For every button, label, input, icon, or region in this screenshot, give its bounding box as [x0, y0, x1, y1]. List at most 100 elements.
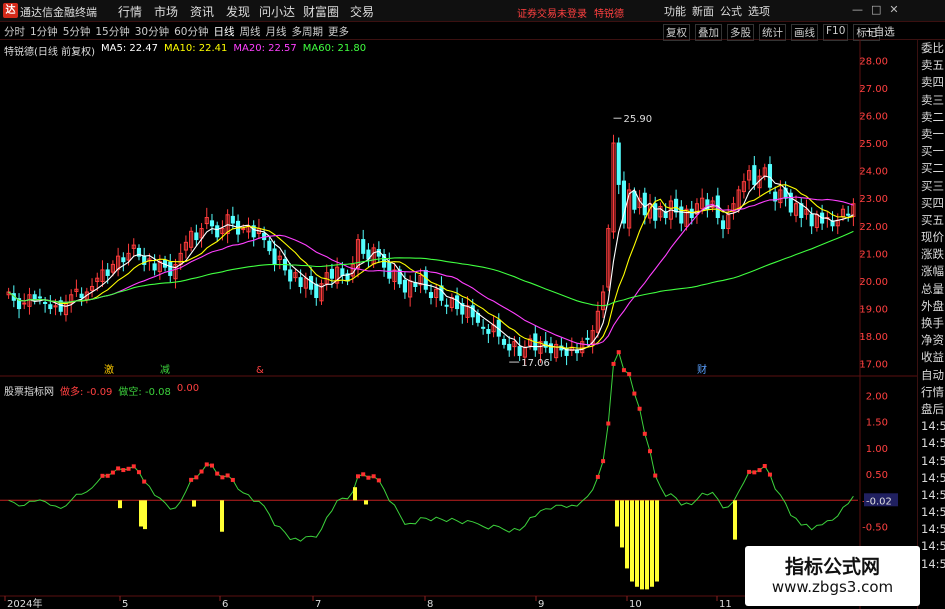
side-panel-item[interactable]: 涨幅 — [918, 263, 945, 280]
candle-body — [517, 346, 522, 356]
side-panel-item[interactable]: 总量 — [918, 281, 945, 298]
period-tab[interactable]: 15分钟 — [95, 24, 129, 39]
menu-item-function[interactable]: 功能 — [664, 3, 686, 19]
close-icon[interactable]: ✕ — [889, 3, 898, 16]
side-panel-item[interactable]: 行情 — [918, 384, 945, 401]
side-panel-item[interactable]: 14:50 — [918, 470, 945, 487]
menu-item[interactable]: 资讯 — [184, 3, 220, 20]
menu-item-formula[interactable]: 公式 — [720, 3, 742, 19]
add-watchlist-button[interactable]: +自选 — [865, 24, 895, 39]
oscillator-dot — [752, 470, 757, 475]
side-panel-item[interactable]: 现价 — [918, 229, 945, 246]
candle-body — [43, 301, 48, 304]
oscillator-dot — [204, 462, 209, 467]
oscillator-dot — [121, 468, 126, 473]
menu-item[interactable]: 交易 — [344, 3, 380, 20]
menu-item[interactable]: 问小达 — [256, 3, 298, 20]
chart-tool-button[interactable]: 画线 — [791, 24, 818, 41]
side-panel-item[interactable]: 卖四 — [918, 74, 945, 91]
period-tab[interactable]: 60分钟 — [174, 24, 208, 39]
side-panel-item[interactable]: 净资 — [918, 332, 945, 349]
oscillator-dot — [220, 475, 225, 480]
side-panel-item[interactable]: 14:50 — [918, 538, 945, 555]
oscillator-dot — [105, 473, 110, 478]
side-panel-item[interactable]: 卖一 — [918, 126, 945, 143]
signal-bar — [118, 500, 122, 509]
candle-body — [444, 304, 449, 307]
side-panel-item[interactable]: 换手 — [918, 315, 945, 332]
price-tick-label: 26.00 — [859, 111, 888, 122]
menu-item[interactable]: 行情 — [112, 3, 148, 20]
side-panel-item[interactable]: 14:50 — [918, 521, 945, 538]
chart-tool-button[interactable]: 复权 — [663, 24, 690, 41]
price-tick-label: 27.00 — [859, 84, 888, 95]
period-tab[interactable]: 周线 — [240, 24, 261, 39]
kline-chart[interactable]: 28.00 27.00 26.00 25.00 24.00 23.00 22.00 21.00… — [0, 40, 917, 609]
period-tab[interactable]: 分时 — [4, 24, 25, 39]
side-panel-item[interactable]: 委比 — [918, 40, 945, 57]
side-panel-item[interactable]: 14:50 — [918, 556, 945, 573]
side-panel-item[interactable]: 14:50 — [918, 453, 945, 470]
signal-bar — [640, 500, 644, 590]
side-panel-item[interactable]: 盘后 — [918, 401, 945, 418]
period-tab[interactable]: 更多 — [328, 24, 349, 39]
signal-bar — [353, 487, 357, 501]
minimize-icon[interactable]: — — [852, 3, 863, 16]
candle-body — [267, 240, 272, 252]
maximize-icon[interactable]: □ — [871, 3, 881, 16]
signal-bar — [625, 500, 629, 569]
side-panel-item[interactable]: 14:50 — [918, 418, 945, 435]
chart-tool-button[interactable]: 统计 — [759, 24, 786, 41]
oscillator-dot — [653, 473, 658, 478]
period-tab[interactable]: 30分钟 — [135, 24, 169, 39]
price-tick-label: 21.00 — [859, 249, 888, 260]
chart-tool-button[interactable]: F10 — [823, 24, 849, 41]
side-panel-item[interactable]: 买一 — [918, 143, 945, 160]
app-title: 通达信金融终端 — [20, 6, 97, 19]
oscillator-dot — [747, 469, 752, 474]
date-tick-label: 7 — [315, 599, 321, 609]
site-watermark: 指标公式网 www.zbgs3.com — [745, 546, 920, 606]
menu-item[interactable]: 财富圈 — [298, 3, 344, 20]
candle-body — [507, 343, 512, 351]
chart-tool-button[interactable]: 多股 — [727, 24, 754, 41]
period-tab[interactable]: 多周期 — [292, 24, 324, 39]
side-panel-item[interactable]: 卖三 — [918, 92, 945, 109]
oscillator-dot — [142, 479, 147, 484]
candle-body — [48, 304, 53, 310]
right-menu: 功能 新面 公式 选项 — [664, 3, 770, 19]
side-panel-item[interactable]: 自动 — [918, 367, 945, 384]
side-panel-item[interactable]: 收益 — [918, 349, 945, 366]
side-panel-item[interactable]: 卖二 — [918, 109, 945, 126]
price-tick-label: 22.00 — [859, 222, 888, 233]
menu-item[interactable]: 市场 — [148, 3, 184, 20]
side-panel-item[interactable]: 买三 — [918, 178, 945, 195]
side-panel-item[interactable]: 外盘 — [918, 298, 945, 315]
side-panel-item[interactable]: 买五 — [918, 212, 945, 229]
date-tick-label: 8 — [427, 599, 433, 609]
side-panel-item[interactable]: 14:50 — [918, 435, 945, 452]
side-panel-item[interactable]: 14:50 — [918, 504, 945, 521]
side-panel-item[interactable]: 涨跌 — [918, 246, 945, 263]
price-tick-label: 23.00 — [859, 194, 888, 205]
oscillator-dot — [116, 466, 121, 471]
period-tab[interactable]: 5分钟 — [63, 24, 91, 39]
side-panel-item[interactable]: 卖五 — [918, 57, 945, 74]
price-tick-label: 24.00 — [859, 167, 888, 178]
side-panel-item[interactable]: 买四 — [918, 195, 945, 212]
chart-tool-button[interactable]: 叠加 — [695, 24, 722, 41]
signal-bar — [635, 500, 639, 587]
side-panel-item[interactable]: 买二 — [918, 160, 945, 177]
period-tab[interactable]: 月线 — [266, 24, 287, 39]
menu-item[interactable]: 发现 — [220, 3, 256, 20]
menu-item-new-page[interactable]: 新面 — [692, 3, 714, 19]
candle-body — [22, 302, 27, 305]
period-tab[interactable]: 1分钟 — [30, 24, 58, 39]
signal-bar — [630, 500, 634, 582]
menu-item-options[interactable]: 选项 — [748, 3, 770, 19]
oscillator-dot — [194, 475, 199, 480]
login-status[interactable]: 证券交易未登录 — [517, 5, 587, 20]
side-panel-item[interactable]: 14:50 — [918, 487, 945, 504]
period-tab[interactable]: 日线 — [214, 24, 235, 39]
indicator-name[interactable]: 股票指标网 — [4, 383, 54, 398]
